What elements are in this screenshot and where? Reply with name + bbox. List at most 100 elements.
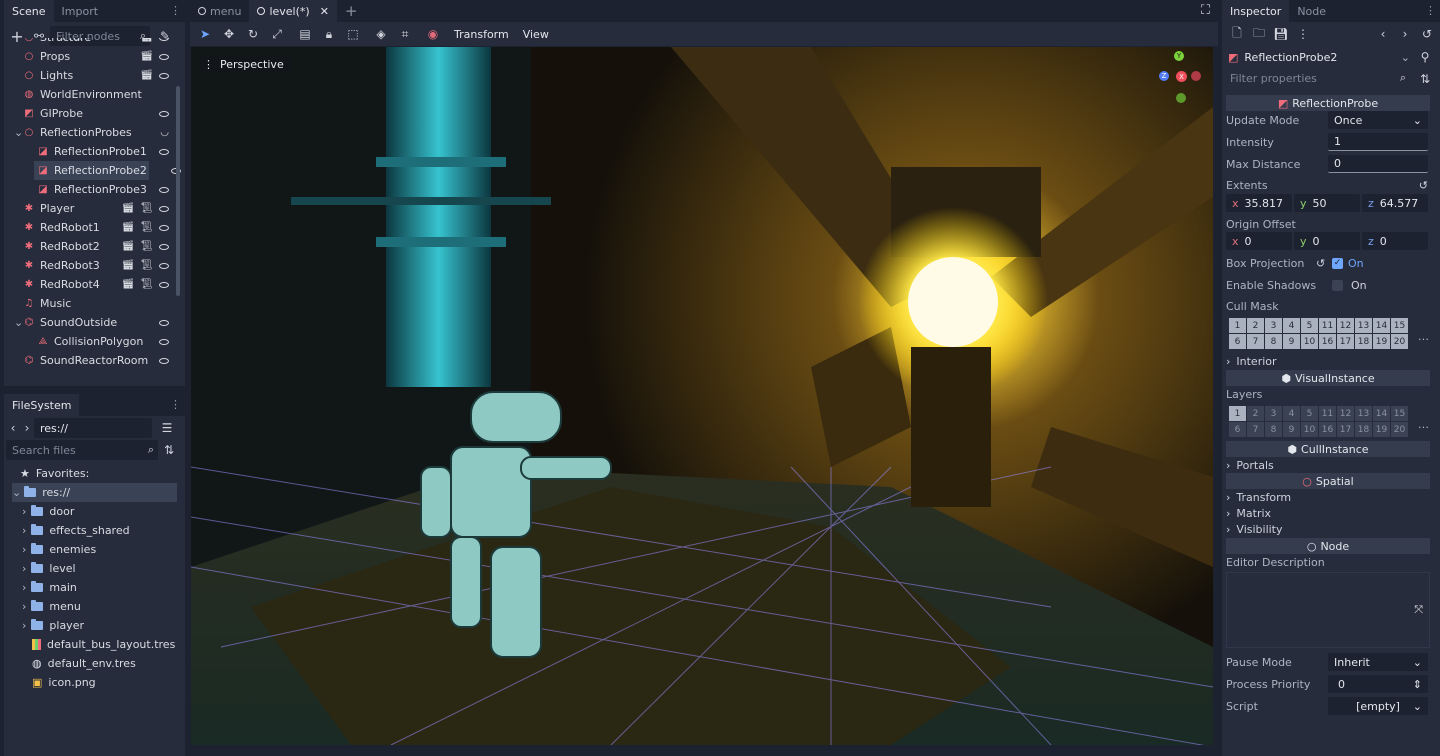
- more-icon[interactable]: …: [1418, 330, 1429, 343]
- visibility-eye-icon[interactable]: [159, 38, 169, 41]
- layer-bit-cell[interactable]: 16: [1319, 334, 1336, 349]
- new-resource-icon[interactable]: 🗋︎: [1226, 23, 1248, 45]
- layer-bit-cell[interactable]: 2: [1247, 406, 1264, 421]
- tab-import[interactable]: Import: [54, 0, 107, 22]
- forward-arrow-icon[interactable]: ›: [20, 417, 34, 439]
- collapse-arrow-icon[interactable]: ⌄: [14, 316, 23, 329]
- spin-arrows-icon[interactable]: ⇕: [1413, 678, 1422, 691]
- box-projection-checkbox[interactable]: ✓ On: [1332, 257, 1364, 270]
- sort-properties-icon[interactable]: ⇅: [1414, 68, 1436, 90]
- scene-tree-item[interactable]: ⌄ ⌬ SoundOutside: [4, 313, 173, 332]
- scene-tree-item[interactable]: ✱ RedRobot4 🎬︎ 📜︎: [4, 275, 173, 294]
- gizmo-neg-x[interactable]: [1191, 71, 1201, 81]
- scale-tool-icon[interactable]: ⤢: [266, 23, 288, 45]
- intensity-slider[interactable]: 1: [1328, 133, 1428, 151]
- list-select-icon[interactable]: ▤: [294, 23, 316, 45]
- max-distance-slider[interactable]: 0: [1328, 155, 1428, 173]
- camera-override-icon[interactable]: ◉: [422, 23, 444, 45]
- scene-tree-item[interactable]: ◍ WorldEnvironment: [4, 85, 173, 104]
- layer-bit-cell[interactable]: 15: [1391, 318, 1408, 333]
- layer-bit-cell[interactable]: 7: [1247, 334, 1264, 349]
- layer-bit-cell[interactable]: 8: [1265, 422, 1282, 437]
- script-icon[interactable]: 📜︎: [140, 222, 153, 233]
- extents-z-field[interactable]: z 64.577: [1362, 194, 1428, 212]
- more-icon[interactable]: …: [1418, 418, 1429, 431]
- process-priority-spinbox[interactable]: 0 ⇕: [1328, 675, 1428, 693]
- visibility-eye-icon[interactable]: [159, 186, 169, 193]
- visibility-eye-icon[interactable]: [159, 262, 169, 269]
- folder-item[interactable]: › main: [12, 578, 177, 597]
- layer-bit-cell[interactable]: 5: [1301, 406, 1318, 421]
- sort-icon[interactable]: ⇅: [158, 439, 180, 461]
- expand-icon[interactable]: ⤧: [1414, 603, 1423, 617]
- layer-bit-cell[interactable]: 18: [1355, 334, 1372, 349]
- folder-item[interactable]: › level: [12, 559, 177, 578]
- visibility-eye-icon[interactable]: [159, 224, 169, 231]
- origin-x-field[interactable]: x0: [1226, 232, 1292, 250]
- editor-description-box[interactable]: ⤧: [1226, 572, 1430, 648]
- scene-tree-item[interactable]: ◪ ReflectionProbe1: [4, 142, 173, 161]
- layer-bit-cell[interactable]: 11: [1319, 318, 1336, 333]
- search-files-input[interactable]: Search files ⌕: [6, 440, 158, 460]
- layer-bit-cell[interactable]: 11: [1319, 406, 1336, 421]
- enable-shadows-checkbox[interactable]: On: [1332, 279, 1367, 292]
- layer-bit-cell[interactable]: 2: [1247, 318, 1264, 333]
- layer-bit-cell[interactable]: 13: [1355, 406, 1372, 421]
- fullscreen-icon[interactable]: ⛶: [1201, 3, 1210, 18]
- folder-item[interactable]: › enemies: [12, 540, 177, 559]
- lock-icon[interactable]: 🔒︎: [318, 23, 340, 45]
- layer-bit-cell[interactable]: 3: [1265, 406, 1282, 421]
- tab-scene[interactable]: Scene: [4, 0, 54, 22]
- scene-tree-item[interactable]: ◩ GIProbe: [4, 104, 173, 123]
- layer-bit-cell[interactable]: 19: [1373, 334, 1390, 349]
- rotate-tool-icon[interactable]: ↻: [242, 23, 264, 45]
- layer-bit-cell[interactable]: 17: [1337, 422, 1354, 437]
- split-view-icon[interactable]: ☰: [156, 417, 178, 439]
- inspector-menu-icon[interactable]: ⋮: [1425, 4, 1436, 17]
- folder-item[interactable]: › player: [12, 616, 177, 635]
- layer-bit-cell[interactable]: 8: [1265, 334, 1282, 349]
- layer-bit-cell[interactable]: 14: [1373, 318, 1390, 333]
- layer-bit-cell[interactable]: 14: [1373, 406, 1390, 421]
- gizmo-z-axis[interactable]: Z: [1159, 71, 1169, 81]
- update-mode-select[interactable]: Once ⌄: [1328, 111, 1428, 129]
- snap-icon[interactable]: ⌗: [394, 23, 416, 45]
- visibility-eye-icon[interactable]: [159, 338, 169, 345]
- transform-section[interactable]: › Transform: [1226, 489, 1430, 505]
- interior-section[interactable]: › Interior: [1226, 353, 1430, 369]
- visibility-eye-icon[interactable]: [159, 243, 169, 250]
- tab-menu-scene[interactable]: menu: [190, 0, 249, 22]
- layer-bit-cell[interactable]: 3: [1265, 318, 1282, 333]
- scene-tree-item[interactable]: ✱ RedRobot3 🎬︎ 📜︎: [4, 256, 173, 275]
- layer-bit-cell[interactable]: 20: [1391, 422, 1408, 437]
- layer-bit-cell[interactable]: 20: [1391, 334, 1408, 349]
- layer-bit-cell[interactable]: 19: [1373, 422, 1390, 437]
- scene-tree-item[interactable]: ○ Props 🎬︎: [4, 47, 173, 66]
- filter-properties-input[interactable]: Filter properties ⌕: [1226, 68, 1410, 88]
- scene-instance-icon[interactable]: 🎬︎: [122, 260, 135, 271]
- revert-icon[interactable]: ↺: [1419, 179, 1428, 192]
- kebab-icon[interactable]: ⋮: [1292, 23, 1314, 45]
- local-space-icon[interactable]: ◈: [370, 23, 392, 45]
- node-tools-icon[interactable]: ⚲: [1414, 46, 1436, 68]
- root-folder[interactable]: ⌄ res://: [12, 483, 177, 502]
- select-tool-icon[interactable]: ➤: [194, 23, 216, 45]
- scene-dock-menu-icon[interactable]: ⋮: [170, 4, 181, 17]
- scene-instance-icon[interactable]: 🎬︎: [140, 70, 153, 81]
- visibility-eye-icon[interactable]: [159, 357, 169, 364]
- layer-bit-cell[interactable]: 7: [1247, 422, 1264, 437]
- scene-tree-item[interactable]: ⟁ CollisionPolygon: [4, 332, 173, 351]
- collapse-arrow-icon[interactable]: ⌄: [14, 126, 23, 139]
- matrix-section[interactable]: › Matrix: [1226, 505, 1430, 521]
- scene-tree-item[interactable]: ✱ Player 🎬︎ 📜︎: [4, 199, 173, 218]
- orientation-gizmo[interactable]: Y X Z: [1151, 47, 1211, 107]
- visibility-eye-icon[interactable]: [159, 281, 169, 288]
- pause-mode-select[interactable]: Inherit ⌄: [1328, 653, 1428, 671]
- group-icon[interactable]: ◡: [160, 127, 169, 138]
- filesystem-menu-icon[interactable]: ⋮: [170, 398, 181, 411]
- script-icon[interactable]: 📜︎: [140, 279, 153, 290]
- scene-instance-icon[interactable]: 🎬︎: [140, 51, 153, 62]
- scene-instance-icon[interactable]: 🎬︎: [122, 241, 135, 252]
- tab-level-scene[interactable]: level(*) ✕: [249, 0, 337, 22]
- revert-icon[interactable]: ↺: [1316, 257, 1325, 270]
